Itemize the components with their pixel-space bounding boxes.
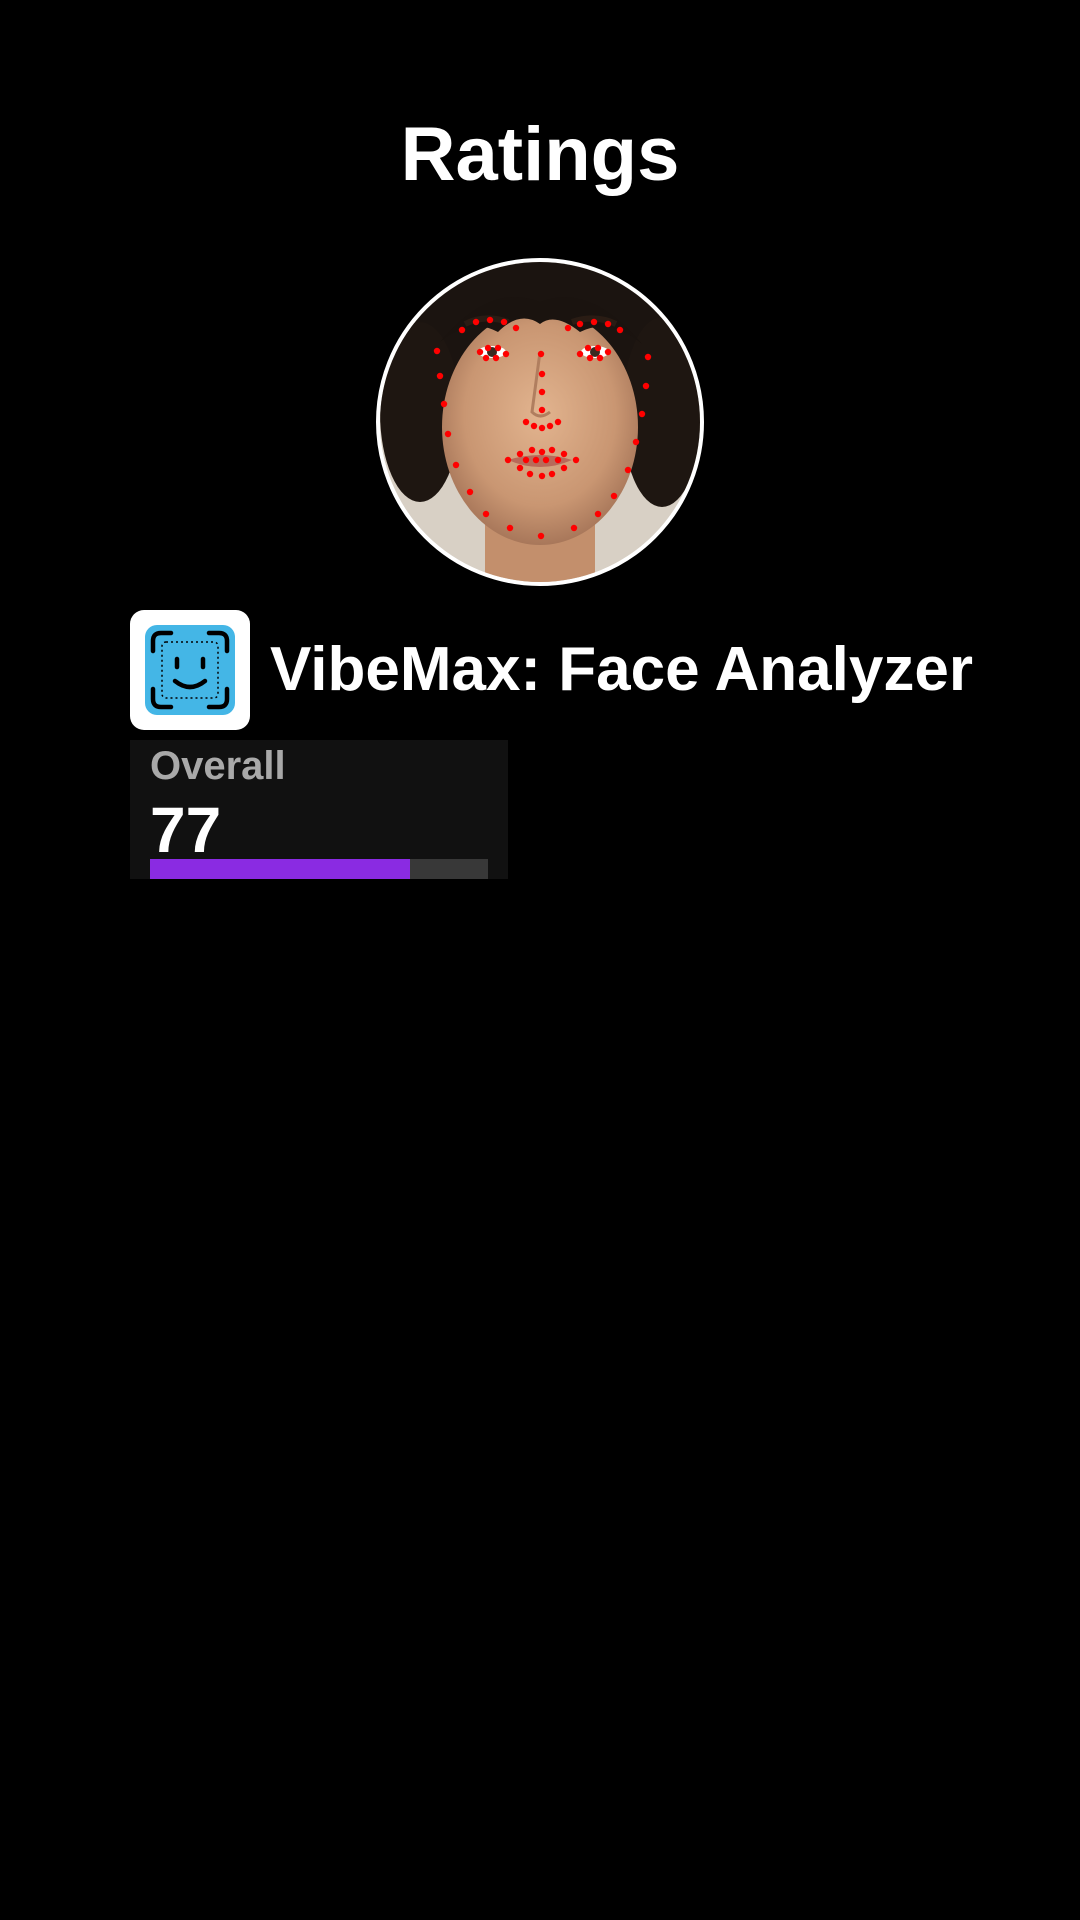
score-value: 77 (150, 794, 222, 866)
app-name: VibeMax: Face Analyzer (270, 635, 973, 704)
face-photo (376, 258, 704, 586)
score-progress-bar (150, 859, 488, 879)
face-id-smile-icon (130, 610, 250, 730)
face-photo-image (380, 262, 700, 582)
score-progress-fill (150, 859, 411, 879)
score-card-overall: Overall 77 (130, 740, 508, 879)
page-title: Ratings (400, 112, 680, 197)
score-label: Overall (150, 744, 286, 788)
app-brand: VibeMax: Face Analyzer (130, 610, 973, 730)
